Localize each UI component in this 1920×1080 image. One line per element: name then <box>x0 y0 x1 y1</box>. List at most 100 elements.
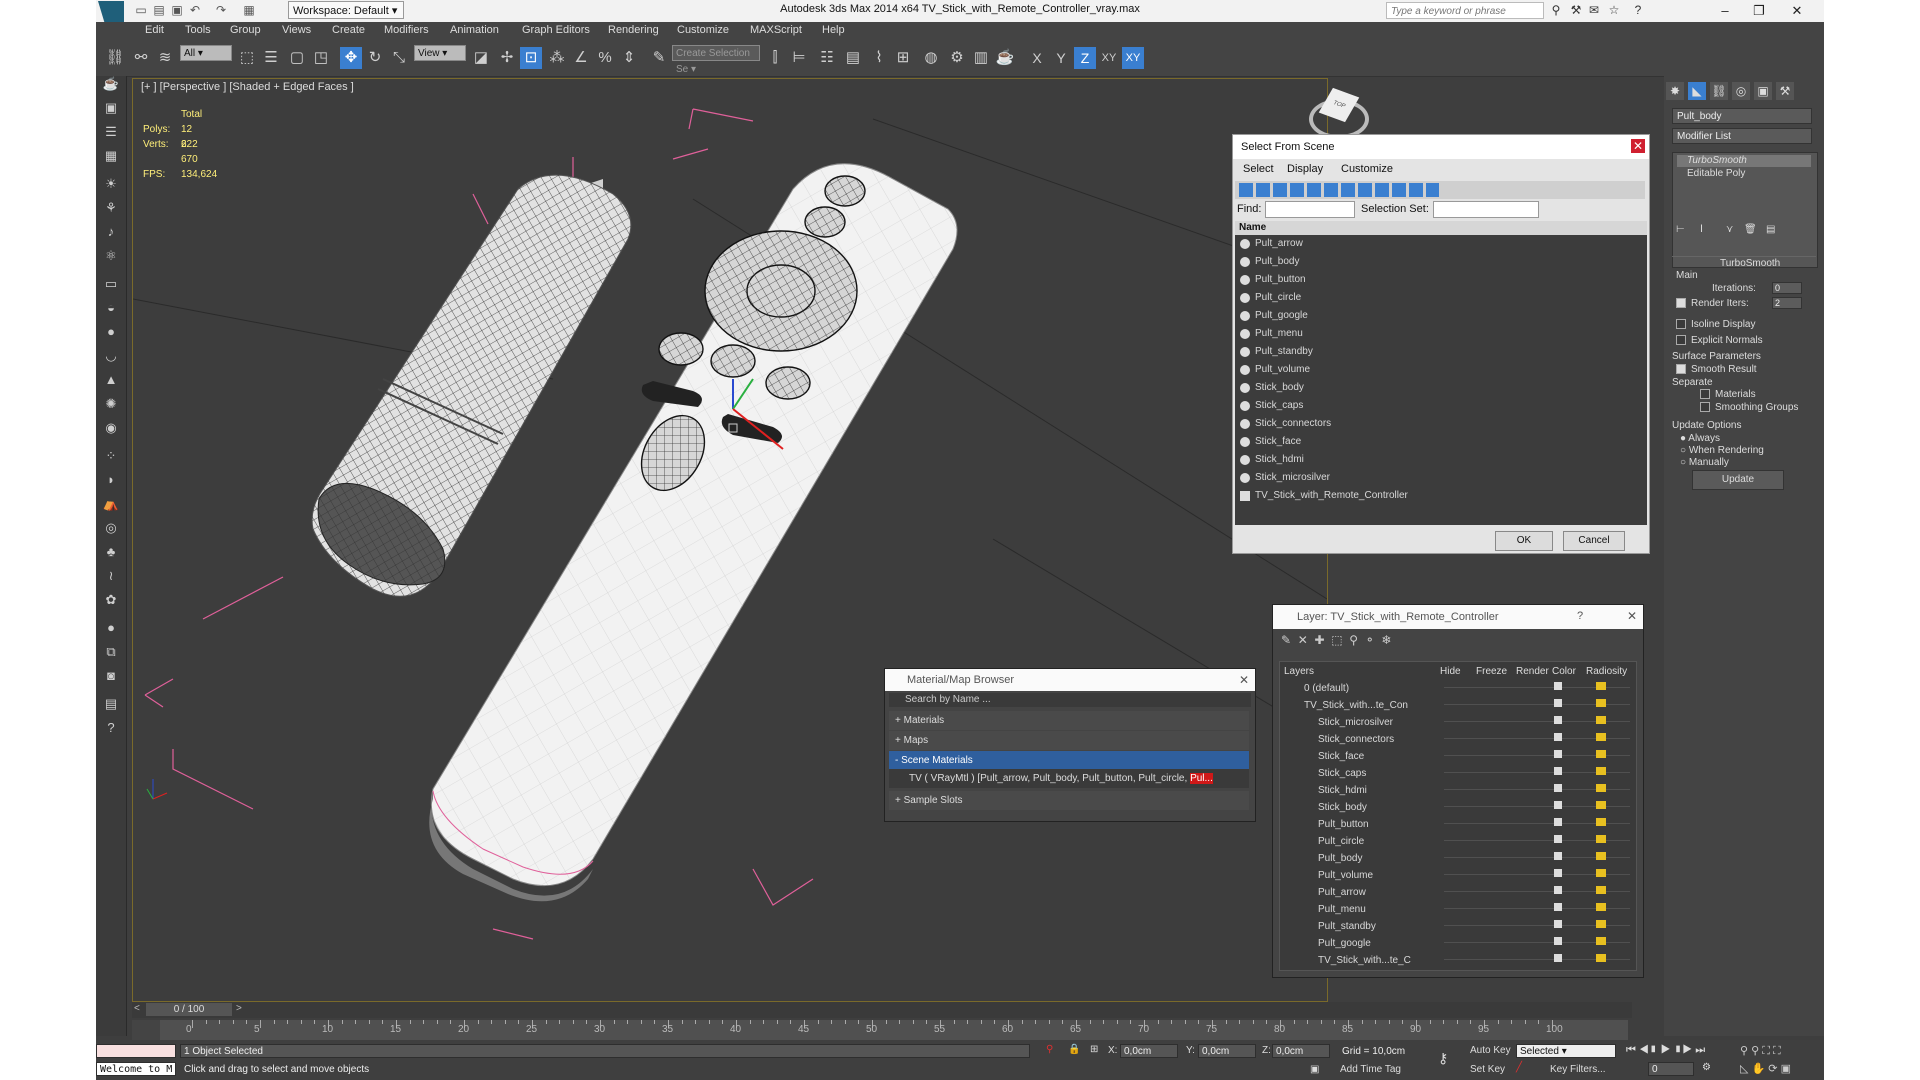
cloth-icon[interactable]: ✿ <box>101 592 121 610</box>
axis-z-button[interactable]: Z <box>1074 47 1096 69</box>
ok-button[interactable]: OK <box>1495 531 1553 551</box>
always-radio-row[interactable]: ● Always <box>1680 433 1720 444</box>
list-icon[interactable]: ☰ <box>101 124 121 142</box>
render-setup-icon[interactable]: ⚙ <box>946 47 968 69</box>
graphite-ribbon-icon[interactable]: ▤ <box>842 47 864 69</box>
set-key-button[interactable]: Set Key <box>1470 1064 1505 1075</box>
favorites-star-icon[interactable]: ☆ <box>1606 3 1622 17</box>
isoline-checkbox[interactable] <box>1676 319 1686 330</box>
menu-help[interactable]: Help <box>822 24 845 36</box>
mirror-icon[interactable]: ⫿ <box>764 47 786 69</box>
pivot-center-icon[interactable]: ◪ <box>470 47 492 69</box>
zoom-icon[interactable]: ⚲ <box>1740 1045 1748 1057</box>
box-icon[interactable]: ▭ <box>101 276 121 294</box>
explicit-normals-checkbox[interactable] <box>1676 335 1686 346</box>
menu-animation[interactable]: Animation <box>450 24 499 36</box>
group-sample-slots[interactable]: + Sample Slots <box>889 791 1249 810</box>
select-manipulate-icon[interactable]: ✢ <box>496 47 518 69</box>
sfs-menu-select[interactable]: Select <box>1243 163 1274 175</box>
goto-start-icon[interactable]: ⏮ <box>1626 1044 1636 1056</box>
list-item[interactable]: Pult_arrow <box>1235 235 1647 253</box>
add-to-layer-icon[interactable]: ✚ <box>1314 633 1324 647</box>
manually-radio-row[interactable]: ○ Manually <box>1680 457 1729 468</box>
list-item[interactable]: Pult_menu <box>1235 325 1647 343</box>
teapot-icon[interactable]: ☕ <box>101 76 121 94</box>
tent-icon[interactable]: ⛺ <box>101 496 121 514</box>
group-scene-materials[interactable]: - Scene Materials <box>889 751 1249 770</box>
layer-color-swatches[interactable] <box>1554 682 1562 967</box>
snaps-toggle-icon[interactable]: ⁂ <box>546 47 568 69</box>
render-production-icon[interactable]: ☕ <box>994 47 1016 69</box>
rollout-turbosmooth[interactable]: TurboSmooth <box>1720 258 1780 269</box>
auto-key-button[interactable]: Auto Key <box>1470 1045 1511 1056</box>
material-browser-close-button[interactable]: ✕ <box>1237 673 1251 687</box>
select-scale-icon[interactable]: ⤡ <box>388 47 410 69</box>
tree-icon[interactable]: ♣ <box>101 544 121 562</box>
render-iters-checkbox[interactable] <box>1676 298 1686 309</box>
sound-icon[interactable]: ♪ <box>101 224 121 242</box>
sfs-menu-customize[interactable]: Customize <box>1341 163 1393 175</box>
list-item[interactable]: TV_Stick_with_Remote_Controller <box>1235 487 1647 505</box>
motion-tab-icon[interactable]: ◎ <box>1732 82 1750 100</box>
group-materials[interactable]: + Materials <box>889 711 1249 730</box>
menu-create[interactable]: Create <box>332 24 365 36</box>
name-column-header[interactable]: Name <box>1235 221 1647 235</box>
set-key-pen-icon[interactable]: ╱ <box>1516 1062 1522 1073</box>
modify-tab-icon[interactable]: ◣ <box>1688 82 1706 100</box>
hierarchy-tab-icon[interactable]: ⛓ <box>1710 82 1728 100</box>
perspective-viewport[interactable]: [+ ] [Perspective ] [Shaded + Edged Face… <box>132 78 1369 1002</box>
smooth-result-checkbox[interactable] <box>1676 364 1686 375</box>
col-hide[interactable]: Hide <box>1440 666 1461 677</box>
layer-manager-icon[interactable]: ☷ <box>816 47 838 69</box>
group-maps[interactable]: + Maps <box>889 731 1249 750</box>
select-object-icon[interactable]: ⬚ <box>236 47 258 69</box>
update-button[interactable]: Update <box>1692 470 1784 490</box>
axis-xy-cycle-button[interactable]: XY <box>1122 47 1144 69</box>
window-crossing-icon[interactable]: ◳ <box>310 47 332 69</box>
select-in-layer-icon[interactable]: ⬚ <box>1331 633 1342 647</box>
zoom-all-icon[interactable]: ⚲ <box>1751 1045 1759 1057</box>
edit-named-sets-icon[interactable]: ✎ <box>648 47 670 69</box>
col-freeze[interactable]: Freeze <box>1476 666 1507 677</box>
layer-dialog-close-button[interactable]: ✕ <box>1625 609 1639 623</box>
menu-group[interactable]: Group <box>230 24 261 36</box>
menu-customize[interactable]: Customize <box>677 24 729 36</box>
bowl-icon[interactable]: ◡ <box>101 348 121 366</box>
stack-item-turbosmooth[interactable]: TurboSmooth <box>1677 155 1811 167</box>
goto-end-icon[interactable]: ⏭ <box>1695 1044 1705 1056</box>
named-selection-input[interactable]: Create Selection Se ▾ <box>672 45 760 75</box>
when-rendering-radio-row[interactable]: ○ When Rendering <box>1680 445 1764 456</box>
list-item[interactable]: Pult_volume <box>1235 361 1647 379</box>
select-move-icon[interactable]: ✥ <box>340 47 362 69</box>
percent-snap-icon[interactable]: % <box>594 47 616 69</box>
freeze-all-icon[interactable]: ❄ <box>1381 633 1391 647</box>
maximize-button[interactable]: ❐ <box>1742 0 1776 22</box>
select-rotate-icon[interactable]: ↻ <box>364 47 386 69</box>
minimize-button[interactable]: – <box>1708 0 1742 22</box>
tv-stick-model[interactable] <box>311 174 632 597</box>
fov-icon[interactable]: ◺ <box>1740 1063 1748 1075</box>
find-input[interactable] <box>1265 201 1355 218</box>
scene-icon[interactable]: ▤ <box>101 696 121 714</box>
help-circle-icon[interactable]: ? <box>101 720 121 738</box>
zoom-extents-icon[interactable]: ⛶ <box>1762 1045 1770 1057</box>
bind-spacewarp-icon[interactable]: ≋ <box>154 47 176 69</box>
welcome-field[interactable]: Welcome to M <box>96 1062 176 1076</box>
list-item[interactable]: Stick_microsilver <box>1235 469 1647 487</box>
list-item[interactable]: Pult_standby <box>1235 343 1647 361</box>
time-slider[interactable]: < 0 / 100 > <box>132 1002 1632 1018</box>
next-key-icon[interactable]: ▮▶ <box>1674 1044 1693 1056</box>
communication-icon[interactable]: ✉ <box>1586 3 1602 17</box>
col-color[interactable]: Color <box>1552 666 1576 677</box>
grid-icon[interactable]: ▦ <box>101 148 121 166</box>
delete-layer-icon[interactable]: ✕ <box>1298 633 1308 647</box>
material-search-input[interactable]: Search by Name ... <box>889 693 1251 707</box>
list-item[interactable]: Pult_button <box>1235 271 1647 289</box>
prev-key-icon[interactable]: ◀▮ <box>1639 1044 1658 1056</box>
keyboard-shortcut-icon[interactable]: ⊡ <box>520 47 542 69</box>
current-frame-field[interactable]: 0 <box>1648 1062 1694 1076</box>
modifier-list-dropdown[interactable]: Modifier List <box>1672 128 1812 144</box>
menu-edit[interactable]: Edit <box>145 24 164 36</box>
object-name-field[interactable]: Pult_body <box>1672 108 1812 124</box>
list-item[interactable]: Stick_face <box>1235 433 1647 451</box>
